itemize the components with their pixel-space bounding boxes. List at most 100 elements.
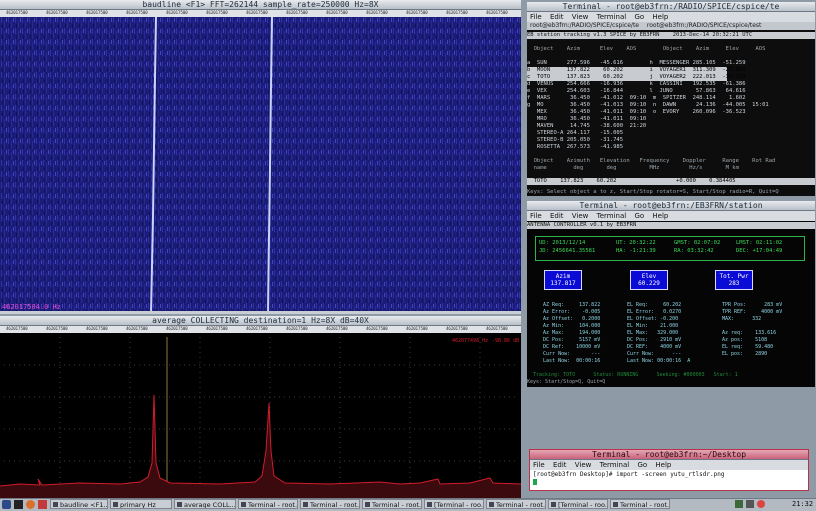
app-icon	[113, 502, 118, 507]
spice-bottom-headers: Object Azimuth Elevation Frequency Doppl…	[533, 158, 776, 171]
files-launcher-icon[interactable]	[38, 500, 47, 509]
desktop-menu-bar: File Edit View Terminal Go Help	[530, 460, 808, 470]
menu-help[interactable]: Help	[652, 13, 668, 21]
terminal-icon	[613, 502, 618, 507]
app-icon	[53, 502, 58, 507]
table-row: MRO 36.450 -41.011 09:10	[527, 116, 647, 122]
spice-terminal-title-bar[interactable]: Terminal - root@eb3frn:/RADIO/SPICE/cspi…	[527, 2, 815, 12]
menu-go[interactable]: Go	[637, 461, 647, 469]
terminal-icon	[365, 502, 370, 507]
menu-terminal[interactable]: Terminal	[597, 13, 627, 21]
menu-file[interactable]: File	[530, 212, 542, 220]
tracking-status-line: Tracking: TOTO Status: RUNNING Seeking: …	[527, 372, 738, 378]
ruler-tick-label: 462017500	[126, 326, 148, 331]
ruler-tick-label: 462017500	[46, 326, 68, 331]
menu-go[interactable]: Go	[634, 13, 644, 21]
ruler-tick-label: 462017500	[286, 326, 308, 331]
table-row: g MO 36.450 -41.013 09:10 n DAWN 24.136 …	[527, 102, 769, 108]
task-button-terminal-7[interactable]: Terminal - root...	[610, 499, 670, 509]
azimuth-button[interactable]: Azim 137.817	[544, 270, 582, 290]
elevation-button[interactable]: Elev 60.229	[630, 270, 668, 290]
ruler-tick-label: 462017500	[366, 326, 388, 331]
menu-terminal[interactable]: Terminal	[597, 212, 627, 220]
tray-volume-icon[interactable]	[746, 500, 754, 508]
frequency-ruler: 462017500 462017500 462017500 462017500 4620…	[0, 10, 521, 17]
ruler-tick-label: 462017500	[486, 10, 508, 15]
spice-tab-2[interactable]: root@eb3frn:/RADIO/SPICE/cspice/test	[647, 22, 761, 29]
average-spectrum-window: average COLLECTING destination=1 Hz=8X d…	[0, 316, 521, 498]
ruler-tick-label: 462017500	[286, 10, 308, 15]
task-button-terminal-4[interactable]: [Terminal - roo...	[424, 499, 484, 509]
dec-value: DEC: +17:04:49	[736, 248, 783, 254]
menu-help[interactable]: Help	[652, 212, 668, 220]
table-row: ROSETTA 267.573 -41.985	[527, 144, 624, 150]
task-button-primary[interactable]: primary Hz	[110, 499, 172, 509]
average-trace	[0, 337, 521, 498]
menu-view[interactable]: View	[575, 461, 592, 469]
menu-edit[interactable]: Edit	[550, 13, 564, 21]
menu-terminal[interactable]: Terminal	[600, 461, 630, 469]
menu-file[interactable]: File	[533, 461, 545, 469]
average-marker-db: -98.86 dB	[492, 338, 520, 344]
menu-edit[interactable]: Edit	[550, 212, 564, 220]
spice-tab-bar: root@eb3frn:/RADIO/SPICE/cspice/te root@…	[527, 22, 815, 30]
ruler-tick-label: 462017500	[366, 10, 388, 15]
menu-help[interactable]: Help	[655, 461, 671, 469]
frequency-readout: 462017504.0 Hz	[2, 303, 62, 311]
spectrogram-display[interactable]: 462017504.0 Hz	[0, 17, 521, 314]
ruler-tick-label: 462017500	[446, 10, 468, 15]
ruler-tick-label: 462017500	[326, 326, 348, 331]
browser-launcher-icon[interactable]	[26, 500, 35, 509]
average-title-bar[interactable]: average COLLECTING destination=1 Hz=8X d…	[0, 316, 521, 326]
menu-view[interactable]: View	[572, 13, 589, 21]
average-marker-freq: 462077498 Hz	[452, 338, 489, 344]
tray-network-icon[interactable]	[735, 500, 743, 508]
menu-view[interactable]: View	[572, 212, 589, 220]
station-keys-hint: Keys: Start/Stop=Q, Quit=Q	[527, 379, 606, 385]
average-plot[interactable]: 462077498 Hz -98.86 dB	[0, 333, 521, 498]
app-icon	[177, 502, 182, 507]
tray-update-icon[interactable]	[757, 500, 765, 508]
power-status-block: TPR Pos: 283 mV TPR REF: 4000 mV MAX: 33…	[722, 302, 783, 357]
station-terminal-title-bar[interactable]: Terminal - root@eb3frn:/EB3FRN/station	[527, 201, 815, 211]
start-menu-icon[interactable]	[2, 500, 11, 509]
ruler-tick-label: 462017500	[406, 10, 428, 15]
task-button-terminal-1[interactable]: Terminal - root...	[238, 499, 298, 509]
ruler-tick-label: 462017500	[406, 326, 428, 331]
total-power-button[interactable]: Tot. Pwr 283	[715, 270, 753, 290]
menu-file[interactable]: File	[530, 13, 542, 21]
spectrogram-scrollbar[interactable]	[0, 311, 521, 314]
station-menu-bar: File Edit View Terminal Go Help	[527, 211, 815, 221]
menu-edit[interactable]: Edit	[553, 461, 567, 469]
average-frequency-ruler: 462017500 462017500 462017500 462017500 4620…	[0, 326, 521, 333]
task-button-terminal-3[interactable]: Terminal - root...	[362, 499, 422, 509]
taskbar-clock[interactable]: 21:32	[792, 499, 813, 509]
ruler-tick-label: 462017500	[166, 326, 188, 331]
terminal-icon	[241, 502, 246, 507]
table-row: a SUN 277.596 -45.616 h MESSENGER 285.10…	[527, 60, 746, 66]
table-row-selected: b MOON 137.822 60.202 i VOYAGER1 311.309…	[527, 67, 746, 74]
ruler-tick-label: 462017500	[486, 326, 508, 331]
spice-menu-bar: File Edit View Terminal Go Help	[527, 12, 815, 22]
spice-bottom-values: TOTO 137.823 60.202 +0.000 0.384405	[527, 178, 815, 185]
terminal-icon	[551, 502, 556, 507]
ruler-tick-label: 462017500	[206, 10, 228, 15]
spice-tab-1[interactable]: root@eb3frn:/RADIO/SPICE/cspice/te	[530, 22, 639, 29]
table-row: e VEX 254.603 -16.844 l JUNO 57.863 64.6…	[527, 88, 746, 94]
task-button-terminal-5[interactable]: Terminal - root...	[486, 499, 546, 509]
baudline-spectrogram-window: baudline <F1> FFT=262144 sample_rate=250…	[0, 0, 521, 314]
ruler-tick-label: 462017500	[446, 326, 468, 331]
desktop-terminal-title-bar[interactable]: Terminal - root@eb3frn:~/Desktop	[530, 450, 808, 460]
task-button-terminal-6[interactable]: [Terminal - roo...	[548, 499, 608, 509]
desktop-terminal: Terminal - root@eb3frn:~/Desktop File Ed…	[529, 449, 809, 491]
baudline-title-bar[interactable]: baudline <F1> FFT=262144 sample_rate=250…	[0, 0, 521, 10]
desktop-command-line[interactable]: [root@eb3frn Desktop]# import -screen yu…	[533, 471, 808, 478]
ruler-tick-label: 462017500	[86, 326, 108, 331]
task-button-terminal-2[interactable]: Terminal - root...	[300, 499, 360, 509]
menu-go[interactable]: Go	[634, 212, 644, 220]
terminal-icon	[303, 502, 308, 507]
task-button-average[interactable]: average COLL...	[174, 499, 236, 509]
terminal-launcher-icon[interactable]	[14, 500, 23, 509]
terminal-icon	[489, 502, 494, 507]
task-button-baudline[interactable]: baudline <F1...	[50, 499, 108, 509]
